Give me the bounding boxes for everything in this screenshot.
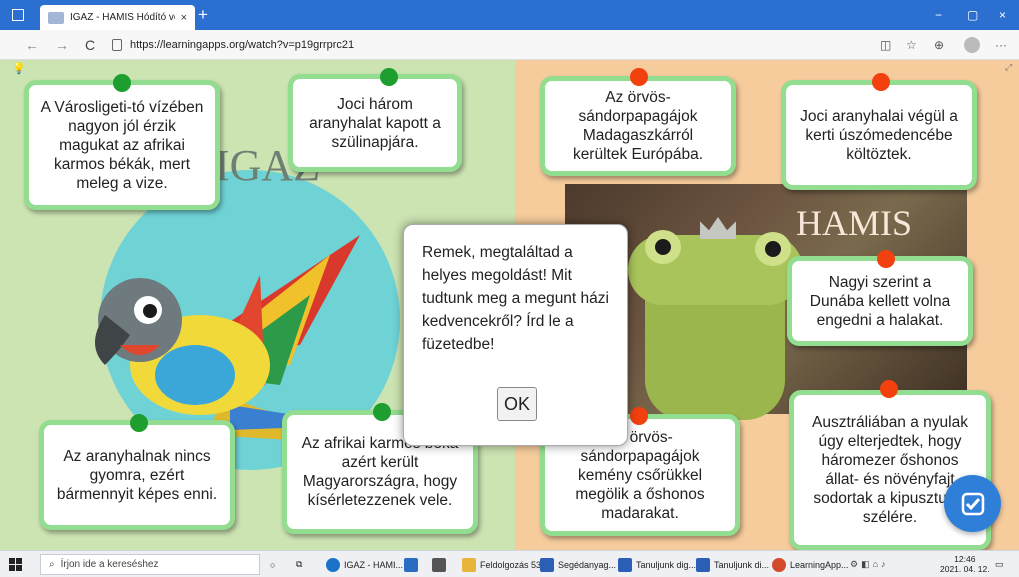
card-text: Joci aranyhalai végül a kerti úszómedenc…: [800, 107, 958, 163]
card-text: Az örvös-sándorpapagájok Madagaszkárról …: [572, 89, 704, 163]
word-icon: [540, 557, 554, 572]
reload-button[interactable]: C: [85, 37, 95, 53]
taskbar-item-label: IGAZ - HAMI...: [344, 559, 404, 570]
taskbar-clock[interactable]: 12:46 2021. 04. 12.: [940, 554, 990, 574]
browser-titlebar: IGAZ - HAMIS Hódító vendégek × + − ▢ ×: [0, 0, 1019, 30]
favorites-star-icon[interactable]: ☆: [906, 38, 917, 52]
red-status-dot: [630, 407, 648, 425]
card-text: Az aranyhalnak nincs gyomra, ezért bárme…: [56, 447, 218, 503]
taskbar-item-word-3[interactable]: Tanuljunk di...: [696, 556, 769, 573]
mail-icon: [404, 557, 418, 572]
minimize-button[interactable]: −: [935, 8, 942, 22]
more-menu-button[interactable]: ···: [995, 38, 1007, 52]
close-window-button[interactable]: ×: [999, 8, 1006, 22]
hamis-label: HAMIS: [796, 203, 913, 243]
red-status-dot: [872, 73, 890, 91]
window-menu-icon[interactable]: [12, 9, 24, 21]
taskbar-item-label: Tanuljunk di...: [714, 559, 770, 570]
tab-title: IGAZ - HAMIS Hódító vendégek: [70, 12, 175, 23]
fullscreen-icon[interactable]: ⤢: [1005, 62, 1012, 73]
feedback-message: Remek, megtaláltad a helyes megoldást! M…: [422, 244, 609, 353]
red-status-dot: [880, 380, 898, 398]
green-status-dot: [130, 414, 148, 432]
clock-date: 2021. 04. 12.: [940, 564, 990, 574]
folder-icon: [462, 557, 476, 572]
maximize-button[interactable]: ▢: [967, 8, 978, 22]
profile-avatar[interactable]: [964, 37, 980, 53]
taskbar-item-calculator[interactable]: [432, 556, 446, 573]
feedback-dialog: Remek, megtaláltad a helyes megoldást! M…: [403, 224, 628, 446]
green-status-dot: [380, 68, 398, 86]
taskbar-search-input[interactable]: ⌕ Írjon ide a kereséshez: [40, 554, 260, 575]
card-joci-harom[interactable]: Joci három aranyhalat kapott a szülinapj…: [288, 74, 462, 172]
card-aranyhal-gyomor[interactable]: Az aranyhalnak nincs gyomra, ezért bárme…: [39, 420, 235, 530]
taskbar-item-chrome[interactable]: LearningApp...: [772, 556, 849, 573]
taskbar-item-mail[interactable]: [404, 556, 418, 573]
tab-close-icon[interactable]: ×: [181, 12, 187, 24]
windows-taskbar: ⌕ Írjon ide a kereséshez ○ ⧉ IGAZ - HAMI…: [0, 550, 1019, 577]
lightbulb-icon[interactable]: 💡: [12, 62, 26, 75]
word-icon: [618, 557, 632, 572]
chrome-icon: [772, 557, 786, 572]
screen: IGAZ - HAMIS Hódító vendégek × + − ▢ × ←…: [0, 0, 1019, 577]
browser-tab[interactable]: IGAZ - HAMIS Hódító vendégek ×: [40, 5, 195, 30]
word-icon: [696, 557, 710, 572]
ok-button[interactable]: OK: [497, 387, 537, 421]
collections-icon[interactable]: ⊕: [934, 38, 944, 52]
red-status-dot: [877, 250, 895, 268]
taskbar-item-edge[interactable]: IGAZ - HAMI...: [326, 556, 403, 573]
cortana-icon[interactable]: ○: [270, 556, 275, 573]
task-view-icon[interactable]: ⧉: [296, 556, 302, 573]
system-tray-icons[interactable]: ⚙◧⌂♪: [850, 556, 889, 573]
frog-eye-right: [755, 232, 791, 266]
card-joci-uszomedence[interactable]: Joci aranyhalai végül a kerti úszómedenc…: [781, 80, 977, 190]
browser-navbar: ← → C https://learningapps.org/watch?v=p…: [0, 30, 1019, 60]
taskbar-item-label: LearningApp...: [790, 559, 849, 570]
green-status-dot: [113, 74, 131, 92]
reading-mode-icon[interactable]: ◫: [880, 38, 891, 52]
card-text: A Városligeti-tó vízében nagyon jól érzi…: [40, 98, 204, 192]
check-solution-button[interactable]: [944, 475, 1001, 532]
windows-start-icon[interactable]: [9, 558, 22, 571]
card-nagyi-duna[interactable]: Nagyi szerint a Dunába kellett volna eng…: [787, 256, 973, 346]
clock-time: 12:46: [954, 554, 976, 564]
card-text: Joci három aranyhalat kapott a szülinapj…: [309, 95, 441, 151]
tab-favicon-icon: [48, 11, 64, 24]
search-icon: ⌕: [49, 559, 55, 570]
notification-icon[interactable]: ▭: [995, 556, 1004, 573]
back-button[interactable]: ←: [25, 37, 39, 53]
check-icon: [961, 492, 984, 515]
taskbar-item-folder[interactable]: Feldolgozás 53: [462, 556, 541, 573]
edge-icon: [326, 557, 340, 572]
card-varosligeti[interactable]: A Városligeti-tó vízében nagyon jól érzi…: [24, 80, 220, 210]
calculator-icon: [432, 557, 446, 572]
lock-icon[interactable]: [112, 39, 122, 51]
new-tab-button[interactable]: +: [198, 6, 208, 24]
card-text: Nagyi szerint a Dunába kellett volna eng…: [809, 273, 951, 329]
card-orvos-madagaszkar[interactable]: Az örvös-sándorpapagájok Madagaszkárról …: [540, 76, 736, 176]
taskbar-item-label: Segédanyag...: [558, 559, 617, 570]
search-placeholder: Írjon ide a kereséshez: [60, 559, 159, 570]
taskbar-item-label: Tanuljunk dig...: [636, 559, 697, 570]
address-bar[interactable]: https://learningapps.org/watch?v=p19grrp…: [130, 39, 354, 51]
green-status-dot: [373, 403, 391, 421]
taskbar-item-label: Feldolgozás 53: [480, 559, 542, 570]
frog-eye-left: [645, 230, 681, 264]
red-status-dot: [630, 68, 648, 86]
learningapps-content: 💡 ⤢ IGAZ HAMIS A Városligeti-tó vízében …: [0, 60, 1019, 550]
taskbar-item-word-2[interactable]: Tanuljunk dig...: [618, 556, 696, 573]
taskbar-item-word-1[interactable]: Segédanyag...: [540, 556, 616, 573]
forward-button[interactable]: →: [55, 37, 69, 53]
